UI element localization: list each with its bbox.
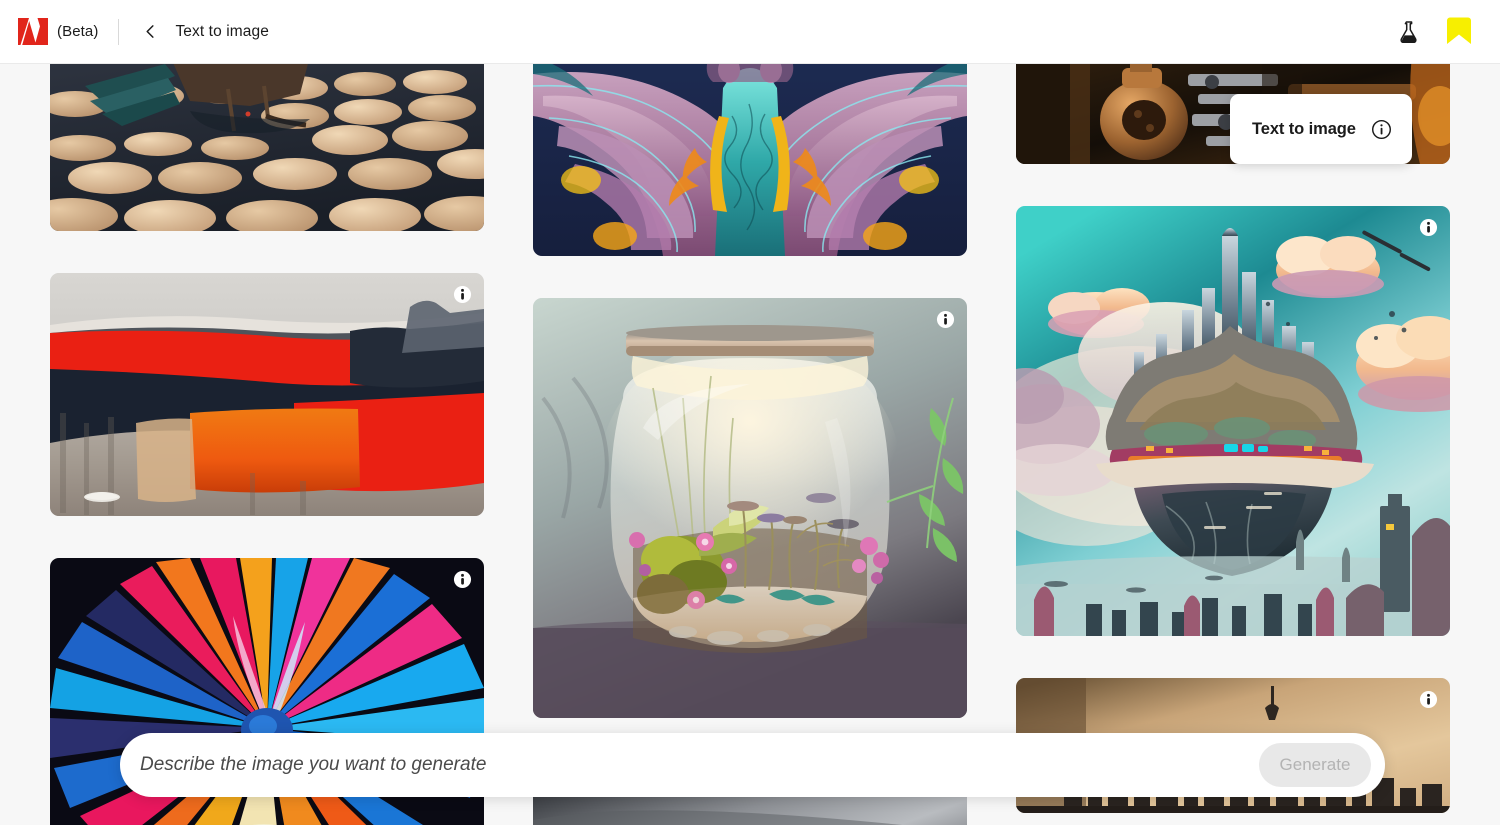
info-icon[interactable]: [453, 570, 472, 589]
info-icon[interactable]: [1419, 690, 1438, 709]
left-column: [50, 64, 484, 825]
hover-card-label: Text to image: [1252, 119, 1356, 138]
prompt-input[interactable]: [140, 754, 1259, 776]
gallery-card-floating-island-city[interactable]: [1016, 206, 1450, 636]
app-root: (Beta) Text to image Text to image Descr…: [0, 0, 1500, 825]
right-column: [1016, 64, 1450, 825]
app-header: (Beta) Text to image: [0, 0, 1500, 64]
gallery-card-red-abstract-painting[interactable]: [50, 273, 484, 516]
header-divider: [118, 18, 120, 45]
gallery-card-psychedelic-fractal[interactable]: [533, 64, 967, 256]
page-title: Text to image: [175, 22, 269, 40]
text-to-image-hover-card[interactable]: Text to image: [1230, 94, 1412, 164]
header-left-group: (Beta) Text to image: [0, 18, 269, 45]
bookmark-icon[interactable]: [1444, 16, 1474, 48]
flask-icon[interactable]: [1394, 17, 1424, 47]
info-icon[interactable]: [1419, 218, 1438, 237]
header-right-group: [1394, 16, 1500, 48]
gallery-card-bird-cobblestone[interactable]: [50, 64, 484, 231]
prompt-bar: Generate: [120, 733, 1385, 797]
generate-button[interactable]: Generate: [1259, 743, 1371, 787]
info-icon[interactable]: [453, 285, 472, 304]
info-circle-icon[interactable]: [1371, 119, 1392, 140]
middle-column: [533, 64, 967, 825]
gallery-card-terrarium-jar[interactable]: [533, 298, 967, 718]
info-icon[interactable]: [936, 310, 955, 329]
chevron-left-icon[interactable]: [137, 19, 163, 45]
adobe-logo-icon: [18, 18, 48, 45]
image-gallery: [0, 64, 1500, 825]
beta-label: (Beta): [57, 23, 99, 40]
